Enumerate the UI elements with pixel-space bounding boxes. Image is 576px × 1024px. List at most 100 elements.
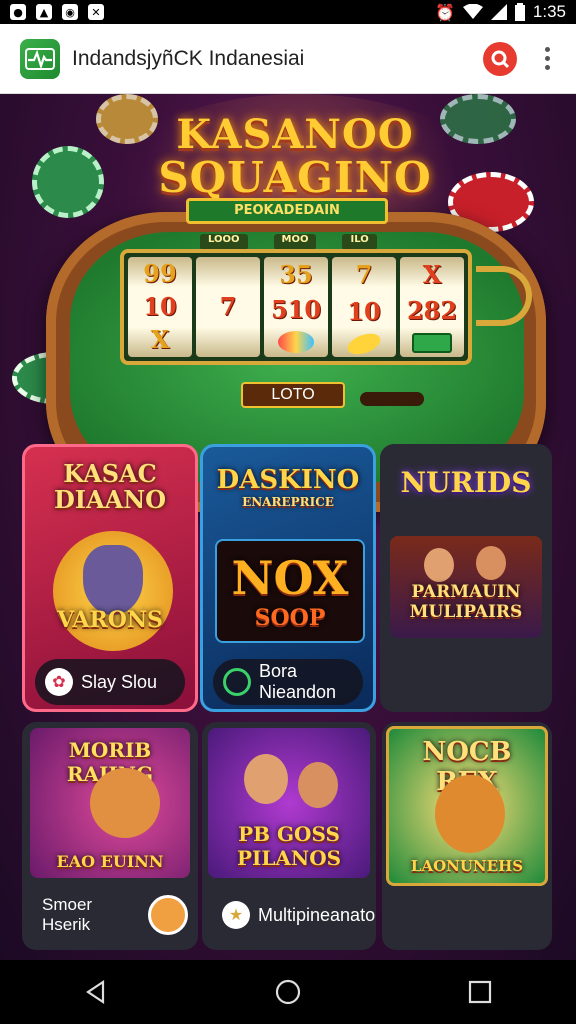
game-card-label-text: Multipineanator [258,904,376,925]
game-card[interactable]: NOCB REX LAONUNEHS [382,722,552,950]
battery-icon [514,3,525,21]
game-card-title: KASAC DIAANO [53,459,167,514]
game-card-subtitle: ENAREPRICE [242,495,334,509]
loto-button[interactable]: LOTO [241,382,345,408]
reel-symbol: 7 [219,292,237,321]
hero-title: KASANOO SQUAGINO [150,114,440,200]
game-card-label-text: Smoer Hserik [42,895,93,934]
settings-icon: ✕ [88,4,104,20]
game-card-art-text: PARMAUIN MULIPAIRS [409,582,523,622]
status-time: 1:35 [532,2,566,21]
game-card-art: NOX SOOP [215,539,365,643]
game-card-title: DASKINO [216,465,360,495]
hero-plaque: PEOKADEDAIN [186,198,388,224]
game-card[interactable]: NURIDS PARMAUIN MULIPAIRS [380,444,552,712]
character-man [476,546,506,580]
reel-symbol: 7 [355,260,373,290]
tiger-mascot [90,768,160,838]
back-button[interactable] [66,962,126,1022]
banana-icon [344,329,384,358]
game-card-label-text: Slay Slou [81,671,158,692]
reel-symbol: 99 [143,258,177,288]
reel: 7 10 [332,257,396,358]
wolf-mascot [83,545,143,615]
reel-header-item: MOO [273,234,317,250]
hero-title-line2: SQUAGINO [158,153,432,202]
game-card-art: PB GOSS PILANOS [208,728,370,878]
character-woman [424,548,454,582]
game-card-art-text: NOX [231,551,349,605]
record-button[interactable] [483,41,517,76]
reel-symbol: X [422,260,442,289]
game-card-label-text: Bora Nieandon [259,661,337,702]
back-icon [86,979,105,1005]
reel-symbol: 10 [143,291,177,321]
app-title: IndandsjyñCK Indanesiai [72,46,305,70]
navigation-bar [0,960,576,1024]
status-notifications: ● ▲ ◉ ✕ [10,4,104,20]
game-card[interactable]: DASKINO ENAREPRICE NOX SOOP Bora Nieando… [200,444,376,712]
reel: 35 510 [264,257,328,357]
game-card[interactable]: PB GOSS PILANOS ★ Multipineanator [202,722,376,950]
app-bar: IndandsjyñCK Indanesiai [0,24,576,94]
reel: 99 10 X [128,257,192,357]
poker-chip [32,146,104,218]
recents-button[interactable] [450,962,510,1022]
game-card-art-subtext: SOOP [254,605,326,631]
game-card[interactable]: KASAC DIAANO VARONS ✿ Slay Slou [22,444,198,712]
character-man-hat [244,754,288,804]
alarm-icon: ⏰ [434,2,455,22]
reel-symbol: 10 [347,296,381,326]
coin-slot [360,392,424,406]
dice-icon: ✿ [45,668,73,696]
game-card[interactable]: MORIB RAIING EAO EUINN Smoer Hserik [22,722,198,950]
hero-title-line1: KASANOO [176,111,414,158]
more-vert-icon[interactable] [539,43,556,74]
image-icon: ▲ [36,4,52,20]
gem-icon [278,331,314,354]
poker-chip [440,94,516,144]
tiger-mascot [435,775,505,853]
game-card-label: ★ Multipineanator [212,892,376,938]
chat-bubble-icon [148,895,188,935]
pulse-icon [25,47,55,70]
reel-header-item: ILO [342,234,377,250]
game-card-art-text: VARONS [57,607,163,633]
reel-header: LOOO MOO ILO [200,234,450,250]
chat-icon [223,668,251,696]
game-card-label: Bora Nieandon [213,659,363,705]
wifi-icon [462,4,483,19]
record-icon [491,50,510,68]
home-icon [275,979,301,1005]
status-system: ⏰ 1:35 [435,2,566,22]
signal-icon [490,4,507,20]
app-icon: ◉ [62,4,78,20]
game-card-art [53,531,173,651]
reel: 7 [196,257,260,357]
game-card-label: Smoer Hserik [32,892,188,938]
game-card-art: MORIB RAIING EAO EUINN [30,728,190,878]
app-logo[interactable] [20,38,60,79]
reel-symbol: 510 [270,294,322,324]
status-bar: ● ▲ ◉ ✕ ⏰ 1:35 [0,0,576,24]
reel-header-item: LOOO [200,234,248,250]
reel-symbol: X [150,325,170,355]
game-card-title: NURIDS [400,466,532,499]
game-card-label: ✿ Slay Slou [35,659,185,705]
reel-symbol: 35 [279,259,313,289]
game-card-art: PARMAUIN MULIPAIRS [390,536,542,638]
reel-symbol: 282 [406,296,458,325]
home-button[interactable] [258,962,318,1022]
character-man [298,762,338,808]
cash-icon [412,333,452,353]
game-card-art-text: PB GOSS PILANOS [236,822,342,870]
game-card-art: NOCB REX LAONUNEHS [386,726,548,886]
notification-icon: ● [10,4,26,20]
slot-reels[interactable]: 99 10 X 7 35 510 7 10 X 282 [120,249,472,365]
game-card-art-text: LAONUNEHS [410,857,524,875]
star-icon: ★ [222,901,250,929]
game-card-art-text: EAO EUINN [56,852,164,871]
content-area: KASANOO SQUAGINO PEOKADEDAIN LOOO MOO IL… [0,94,576,960]
poker-chip [96,94,158,144]
recents-icon [468,980,492,1004]
